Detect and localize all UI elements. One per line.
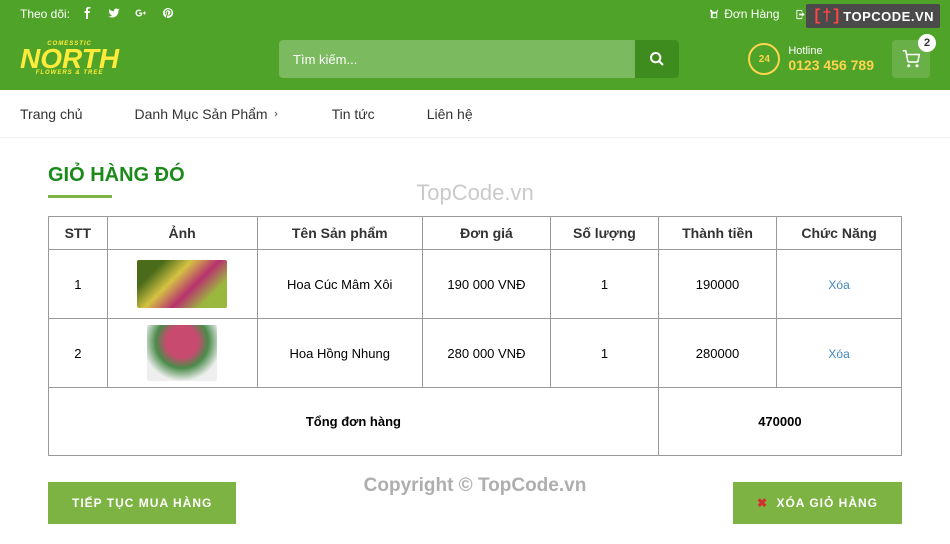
th-image: Ảnh <box>107 217 257 250</box>
th-name: Tên Sản phẩm <box>257 217 422 250</box>
title-underline <box>48 195 112 198</box>
orders-link[interactable]: Đơn Hàng <box>709 7 779 21</box>
th-stt: STT <box>49 217 108 250</box>
product-image <box>137 260 227 308</box>
cell-stt: 1 <box>49 250 108 319</box>
table-row: 2 Hoa Hồng Nhung 280 000 VNĐ 1 280000 Xó… <box>49 319 902 388</box>
cell-price: 190 000 VNĐ <box>422 250 550 319</box>
cell-name: Hoa Cúc Mâm Xôi <box>257 250 422 319</box>
cell-qty: 1 <box>551 319 659 388</box>
th-qty: Số lượng <box>551 217 659 250</box>
nav-news[interactable]: Tin tức <box>332 106 375 122</box>
cart-table: STT Ảnh Tên Sản phẩm Đơn giá Số lượng Th… <box>48 216 902 456</box>
search-input[interactable] <box>279 40 679 78</box>
total-label: Tổng đơn hàng <box>49 388 659 456</box>
product-image <box>147 325 217 381</box>
delete-link[interactable]: Xóa <box>828 278 849 292</box>
th-action: Chức Năng <box>777 217 902 250</box>
twitter-icon[interactable] <box>108 7 120 22</box>
delete-link[interactable]: Xóa <box>828 347 849 361</box>
social-icons <box>82 7 174 22</box>
cart-button[interactable]: 2 <box>892 40 930 78</box>
nav-contact[interactable]: Liên hệ <box>427 106 473 122</box>
close-icon: ✖ <box>757 496 768 510</box>
cart-badge: 2 <box>918 34 936 52</box>
nav-categories[interactable]: Danh Mục Sản Phẩm <box>135 106 280 122</box>
header: COMESSTIC NORTH FLOWERS & TREE 24 Hotlin… <box>0 28 950 90</box>
support-24-icon: 24 <box>748 43 780 75</box>
logo[interactable]: COMESSTIC NORTH FLOWERS & TREE <box>20 42 119 76</box>
th-price: Đơn giá <box>422 217 550 250</box>
facebook-icon[interactable] <box>82 7 94 22</box>
cell-name: Hoa Hồng Nhung <box>257 319 422 388</box>
google-plus-icon[interactable] <box>134 7 148 22</box>
main-content: GIỎ HÀNG ĐÓ STT Ảnh Tên Sản phẩm Đơn giá… <box>0 138 950 544</box>
main-nav: Trang chủ Danh Mục Sản Phẩm Tin tức Liên… <box>0 90 950 138</box>
search-wrap <box>279 40 679 78</box>
watermark-logo: [†]TOPCODE.VN <box>806 4 940 28</box>
hotline-label: Hotline <box>788 45 874 57</box>
cell-subtotal: 190000 <box>658 250 776 319</box>
pinterest-icon[interactable] <box>162 7 174 22</box>
hotline-number: 0123 456 789 <box>788 57 874 73</box>
chevron-right-icon <box>272 110 280 118</box>
cell-price: 280 000 VNĐ <box>422 319 550 388</box>
total-row: Tổng đơn hàng 470000 <box>49 388 902 456</box>
cell-subtotal: 280000 <box>658 319 776 388</box>
search-button[interactable] <box>635 40 679 78</box>
page-title: GIỎ HÀNG ĐÓ <box>48 164 902 187</box>
cell-image <box>107 250 257 319</box>
table-row: 1 Hoa Cúc Mâm Xôi 190 000 VNĐ 1 190000 X… <box>49 250 902 319</box>
th-subtotal: Thành tiền <box>658 217 776 250</box>
cell-stt: 2 <box>49 319 108 388</box>
nav-home[interactable]: Trang chủ <box>20 106 83 122</box>
hotline: 24 Hotline 0123 456 789 <box>748 43 874 75</box>
follow-label: Theo dõi: <box>20 7 70 21</box>
total-value: 470000 <box>658 388 901 456</box>
cell-qty: 1 <box>551 250 659 319</box>
cell-image <box>107 319 257 388</box>
